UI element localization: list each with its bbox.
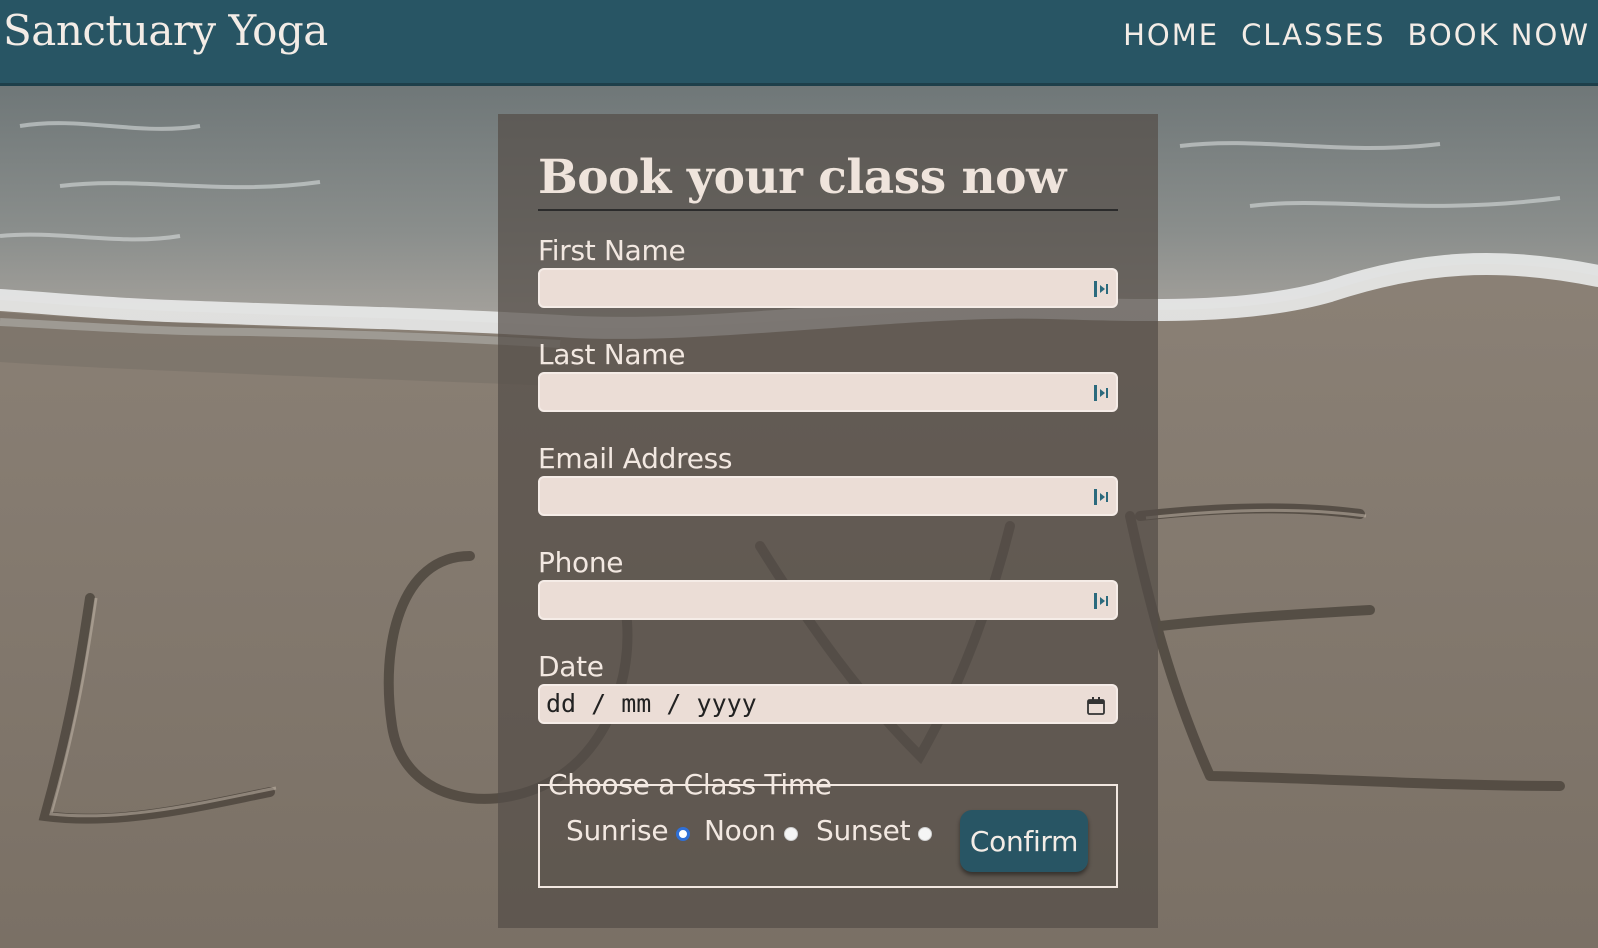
first-name-label: First Name (538, 234, 686, 267)
radio-label: Noon (704, 814, 776, 847)
form-title: Book your class now (538, 150, 1118, 211)
radio-option-sunrise[interactable]: Sunrise (566, 814, 691, 847)
autofill-key-icon[interactable] (1092, 487, 1110, 507)
nav-classes-link[interactable]: CLASSES (1241, 18, 1385, 52)
radio-label: Sunrise (566, 814, 669, 847)
last-name-label: Last Name (538, 338, 686, 371)
autofill-key-icon[interactable] (1092, 383, 1110, 403)
phone-input[interactable] (538, 580, 1118, 620)
radio-option-sunset[interactable]: Sunset (816, 814, 933, 847)
class-time-fieldset: Choose a Class Time Sunrise Noon Sunset … (538, 768, 1118, 888)
first-name-input[interactable] (538, 268, 1118, 308)
confirm-button[interactable]: Confirm (960, 810, 1088, 872)
nav-home-link[interactable]: HOME (1123, 18, 1219, 52)
nav-book-now-link[interactable]: BOOK NOW (1408, 18, 1590, 52)
last-name-input[interactable] (538, 372, 1118, 412)
email-input[interactable] (538, 476, 1118, 516)
radio-option-noon[interactable]: Noon (704, 814, 798, 847)
date-placeholder: dd / mm / yyyy (546, 689, 757, 718)
site-header: Sanctuary Yoga HOME CLASSES BOOK NOW (0, 0, 1598, 86)
radio-button[interactable] (676, 826, 691, 841)
brand-logo[interactable]: Sanctuary Yoga (3, 6, 328, 55)
main-nav: HOME CLASSES BOOK NOW (1123, 18, 1590, 52)
booking-form-panel: Book your class now First Name Last Name… (498, 114, 1158, 928)
radio-button[interactable] (783, 826, 798, 841)
calendar-icon[interactable] (1086, 696, 1106, 716)
date-label: Date (538, 650, 604, 683)
autofill-key-icon[interactable] (1092, 279, 1110, 299)
phone-label: Phone (538, 546, 624, 579)
radio-label: Sunset (816, 814, 911, 847)
radio-button[interactable] (918, 826, 933, 841)
date-input[interactable]: dd / mm / yyyy (538, 684, 1118, 724)
autofill-key-icon[interactable] (1092, 591, 1110, 611)
class-time-legend: Choose a Class Time (548, 768, 832, 801)
email-label: Email Address (538, 442, 733, 475)
